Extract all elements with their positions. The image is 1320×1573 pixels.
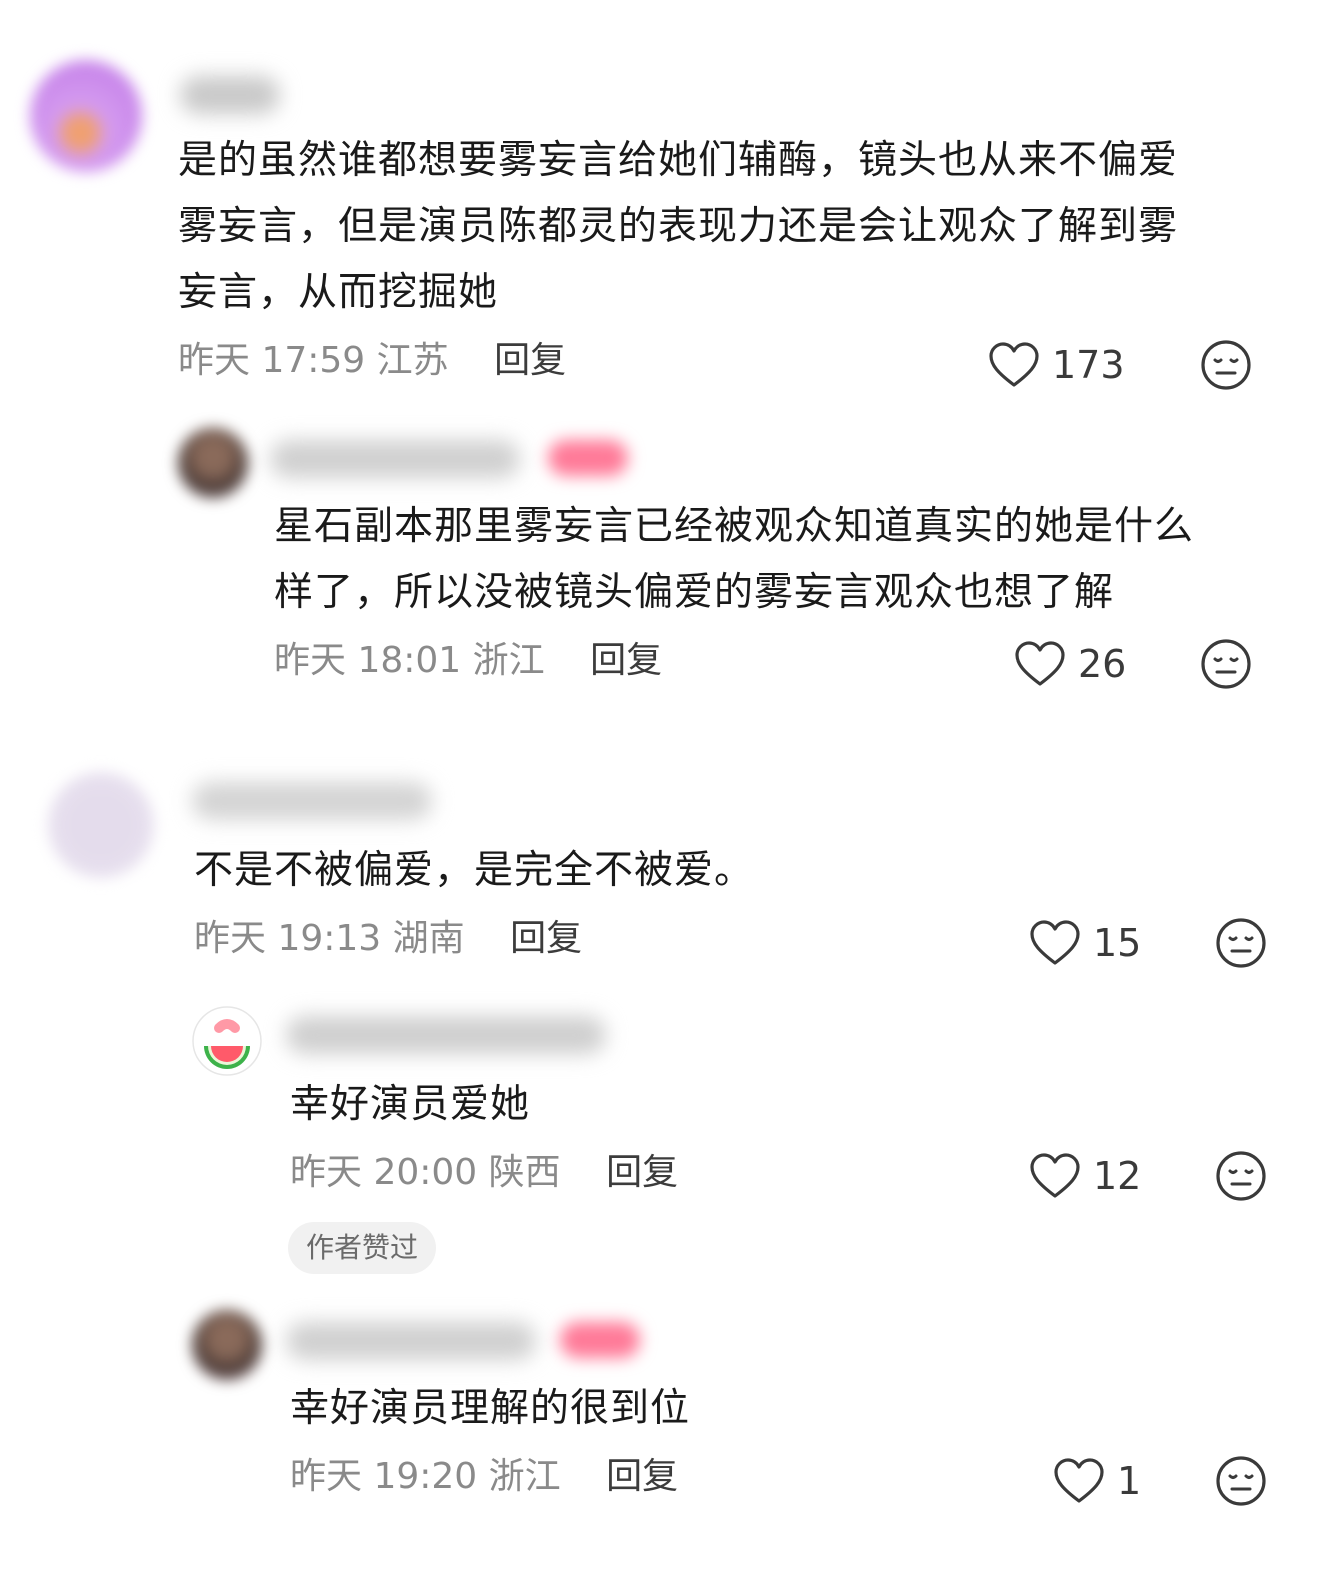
neutral-face-icon[interactable] <box>1215 1455 1267 1507</box>
timestamp: 昨天 20:00 <box>290 1152 478 1193</box>
author-tag <box>560 1322 640 1358</box>
like-button[interactable]: 26 <box>1014 636 1126 692</box>
username[interactable] <box>270 440 520 478</box>
heart-outline-icon <box>1030 920 1080 965</box>
neutral-face-icon[interactable] <box>1200 638 1252 690</box>
neutral-face-icon[interactable] <box>1215 1150 1267 1202</box>
comment-text: 不是不被偏爱，是完全不被爱。 <box>194 848 755 893</box>
location: 江苏 <box>376 340 449 381</box>
comment-text: 是的虽然谁都想要雾妄言给她们辅酶，镜头也从来不偏爱 雾妄言，但是演员陈都灵的表现… <box>178 138 1179 315</box>
comment-text: 幸好演员爱她 <box>290 1082 531 1127</box>
avatar[interactable] <box>48 772 154 878</box>
like-button[interactable]: 12 <box>1029 1148 1141 1204</box>
reply-button[interactable]: 回复 <box>494 340 566 381</box>
heart-outline-icon <box>1015 641 1065 686</box>
timestamp: 昨天 19:20 <box>290 1456 478 1497</box>
like-button[interactable]: 15 <box>1029 915 1141 971</box>
like-count: 1 <box>1117 1459 1142 1503</box>
like-button[interactable]: 173 <box>988 337 1125 393</box>
comment-meta: 昨天 18:01 浙江 回复 <box>274 636 662 686</box>
avatar[interactable] <box>30 60 142 172</box>
location: 陕西 <box>488 1152 561 1193</box>
username[interactable] <box>192 782 432 820</box>
comment-meta: 昨天 19:13 湖南 回复 <box>194 914 582 964</box>
location: 湖南 <box>392 918 465 959</box>
like-count: 173 <box>1052 343 1125 387</box>
username[interactable] <box>180 76 280 114</box>
timestamp: 昨天 19:13 <box>194 918 382 959</box>
avatar[interactable] <box>192 1310 262 1380</box>
reply-button[interactable]: 回复 <box>606 1152 678 1193</box>
username[interactable] <box>286 1322 536 1360</box>
comment-meta: 昨天 20:00 陕西 回复 <box>290 1148 678 1198</box>
author-tag <box>548 440 628 476</box>
heart-outline-icon <box>1054 1458 1104 1503</box>
username[interactable] <box>286 1016 606 1054</box>
comment-meta: 昨天 19:20 浙江 回复 <box>290 1452 678 1502</box>
reply-button[interactable]: 回复 <box>590 640 662 681</box>
author-liked-badge: 作者赞过 <box>288 1222 437 1274</box>
avatar[interactable] <box>178 428 248 498</box>
comment-meta: 昨天 17:59 江苏 回复 <box>178 336 566 386</box>
like-count: 12 <box>1093 1154 1142 1198</box>
like-count: 15 <box>1093 921 1142 965</box>
location: 浙江 <box>488 1456 561 1497</box>
reply-button[interactable]: 回复 <box>606 1456 678 1497</box>
location: 浙江 <box>472 640 545 681</box>
comment-text: 幸好演员理解的很到位 <box>290 1386 691 1431</box>
reply-button[interactable]: 回复 <box>510 918 582 959</box>
comment-text: 星石副本那里雾妄言已经被观众知道真实的她是什么 样了，所以没被镜头偏爱的雾妄言观… <box>274 504 1195 615</box>
timestamp: 昨天 18:01 <box>274 640 462 681</box>
watermelon-avatar[interactable] <box>192 1006 262 1076</box>
neutral-face-icon[interactable] <box>1200 339 1252 391</box>
neutral-face-icon[interactable] <box>1215 917 1267 969</box>
timestamp: 昨天 17:59 <box>178 340 366 381</box>
heart-outline-icon <box>1030 1153 1080 1198</box>
like-count: 26 <box>1078 642 1127 686</box>
heart-outline-icon <box>989 342 1039 387</box>
like-button[interactable]: 1 <box>1053 1453 1141 1509</box>
